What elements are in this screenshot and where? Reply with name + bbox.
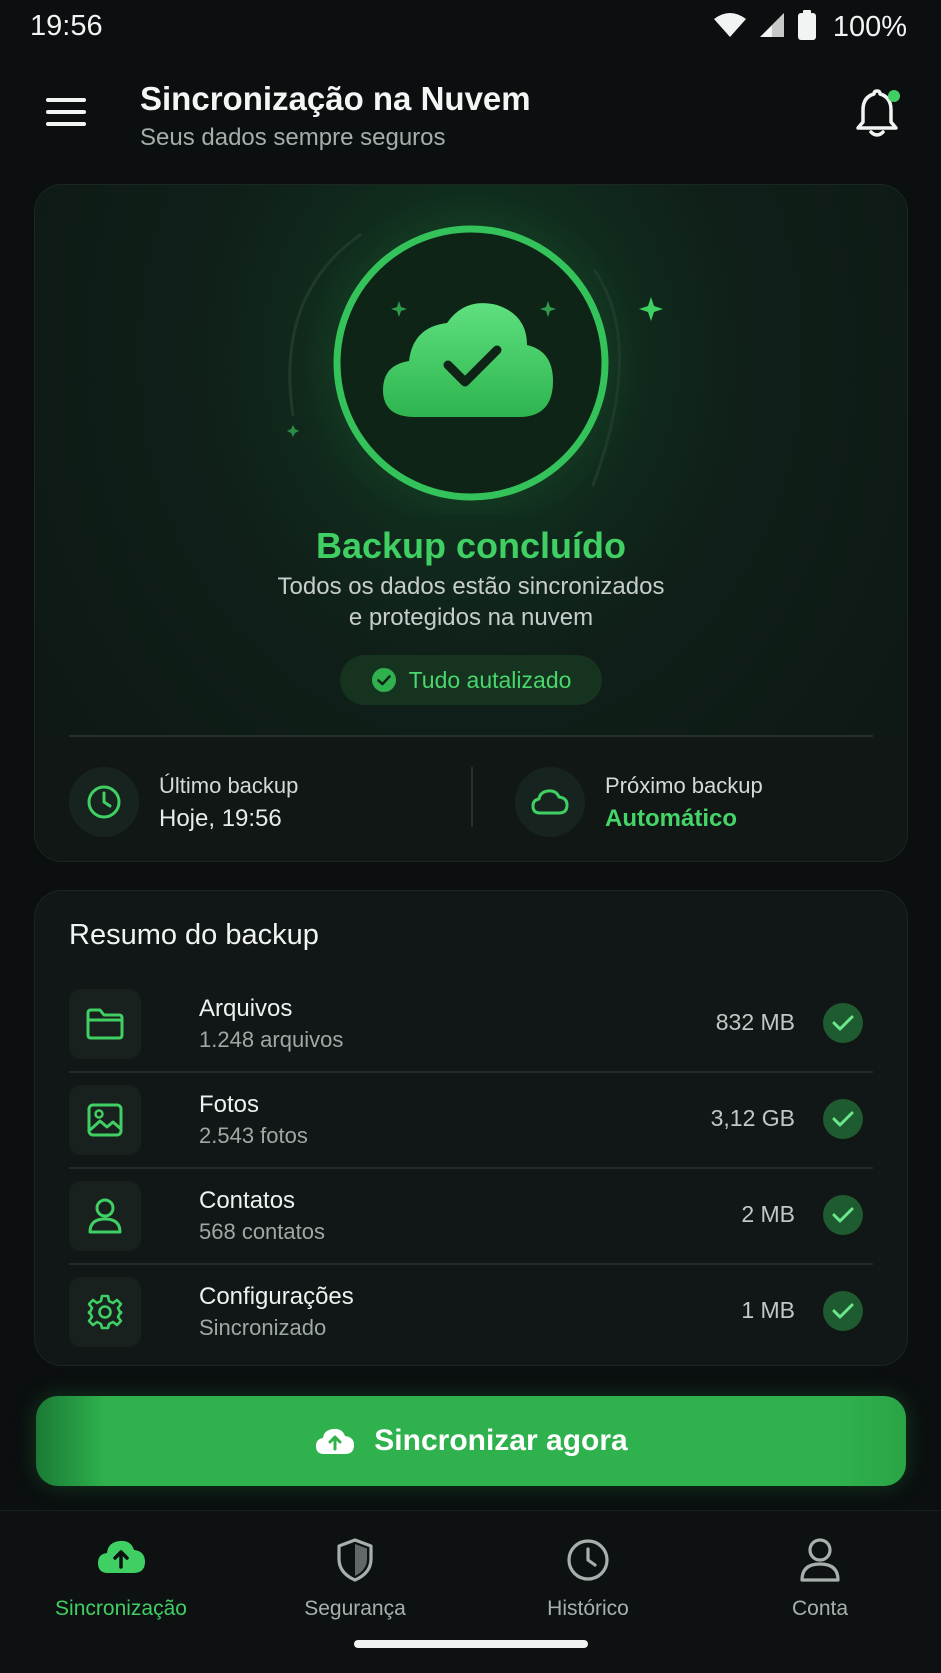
- summary-item-fotos[interactable]: Fotos 2.543 fotos 3,12 GB: [69, 1073, 873, 1169]
- check-icon: [823, 1099, 863, 1139]
- summary-item-arquivos[interactable]: Arquivos 1.248 arquivos 832 MB: [69, 977, 873, 1073]
- backup-summary-card: Resumo do backup Arquivos 1.248 arquivos…: [34, 890, 908, 1366]
- check-icon: [823, 1003, 863, 1043]
- item-detail: 2.543 fotos: [199, 1123, 308, 1148]
- cloud-upload-icon: [31, 1537, 211, 1587]
- nav-item-historico[interactable]: Histórico: [498, 1527, 678, 1627]
- item-size: 832 MB: [715, 1009, 795, 1035]
- summary-item-configuracoes[interactable]: Configurações Sincronizado 1 MB: [69, 1265, 873, 1359]
- item-size: 3,12 GB: [710, 1105, 795, 1131]
- status-icons: 100%: [713, 10, 907, 45]
- home-indicator[interactable]: [354, 1640, 588, 1648]
- nav-item-seguranca[interactable]: Segurança: [265, 1527, 445, 1627]
- backup-illustration: [287, 193, 663, 515]
- item-name: Arquivos: [199, 995, 293, 1022]
- info-separator: [471, 767, 473, 827]
- signal-icon: [759, 12, 785, 43]
- check-icon: [823, 1291, 863, 1331]
- status-badge-label: Tudo autalizado: [408, 666, 572, 693]
- backup-status-title: Backup concluído: [315, 525, 627, 566]
- battery-icon: [797, 10, 817, 45]
- user-icon: [730, 1537, 910, 1587]
- item-detail: 568 contatos: [199, 1219, 325, 1244]
- image-icon: [69, 1085, 141, 1155]
- backup-schedule-info: Último backup Hoje, 19:56 Próximo backup…: [35, 737, 907, 861]
- wifi-icon: [713, 12, 747, 43]
- status-bar: 19:56 100%: [0, 0, 941, 54]
- backup-status-description: Todos os dados estão sincronizados: [277, 573, 665, 600]
- status-time: 19:56: [30, 10, 103, 42]
- last-backup-value: Hoje, 19:56: [159, 805, 282, 832]
- last-backup-label: Último backup: [159, 773, 299, 798]
- notifications-button[interactable]: [853, 88, 900, 138]
- summary-item-contatos[interactable]: Contatos 568 contatos 2 MB: [69, 1169, 873, 1265]
- page-title: Sincronização na Nuvem: [140, 80, 531, 117]
- folder-icon: [69, 989, 141, 1059]
- item-name: Contatos: [199, 1187, 296, 1214]
- item-name: Fotos: [199, 1091, 260, 1118]
- check-icon: [823, 1195, 863, 1235]
- next-backup-label: Próximo backup: [605, 773, 763, 798]
- nav-label: Sincronização: [55, 1597, 187, 1620]
- check-circle-icon: [371, 668, 396, 692]
- nav-item-sincronizacao[interactable]: Sincronização: [31, 1527, 211, 1627]
- item-detail: 1.248 arquivos: [199, 1027, 344, 1052]
- backup-status-description-line2: e protegidos na nuvem: [348, 604, 594, 631]
- status-badge: Tudo autalizado: [340, 655, 602, 705]
- bottom-navigation: Sincronização Segurança Histórico Conta: [0, 1510, 941, 1673]
- summary-title: Resumo do backup: [69, 919, 319, 951]
- clock-icon: [498, 1537, 678, 1587]
- shield-icon: [265, 1537, 445, 1587]
- nav-label: Segurança: [304, 1597, 406, 1620]
- item-size: 2 MB: [741, 1201, 795, 1227]
- cloud-upload-icon: [316, 1428, 355, 1454]
- cloud-icon: [515, 767, 585, 837]
- notification-badge: [888, 90, 900, 102]
- item-detail: Sincronizado: [199, 1315, 327, 1340]
- item-name: Configurações: [199, 1283, 354, 1310]
- sync-now-button[interactable]: Sincronizar agora: [36, 1396, 906, 1486]
- next-backup-value: Automático: [605, 805, 737, 832]
- sync-now-label: Sincronizar agora: [374, 1424, 628, 1457]
- nav-label: Conta: [791, 1597, 849, 1620]
- nav-label: Histórico: [547, 1597, 629, 1620]
- menu-icon: [46, 98, 86, 126]
- summary-list: Arquivos 1.248 arquivos 832 MB Fotos 2.5…: [69, 977, 873, 1359]
- item-size: 1 MB: [741, 1297, 795, 1323]
- battery-percentage: 100%: [832, 11, 907, 43]
- user-icon: [69, 1181, 141, 1251]
- backup-status-card: Backup concluído Todos os dados estão si…: [34, 184, 908, 862]
- page-subtitle: Seus dados sempre seguros: [140, 124, 446, 151]
- nav-item-conta[interactable]: Conta: [730, 1527, 910, 1627]
- clock-icon: [69, 767, 139, 837]
- app-header: Sincronização na Nuvem Seus dados sempre…: [0, 70, 941, 160]
- menu-button[interactable]: [44, 96, 88, 128]
- gear-icon: [69, 1277, 141, 1347]
- bell-icon: [856, 89, 900, 137]
